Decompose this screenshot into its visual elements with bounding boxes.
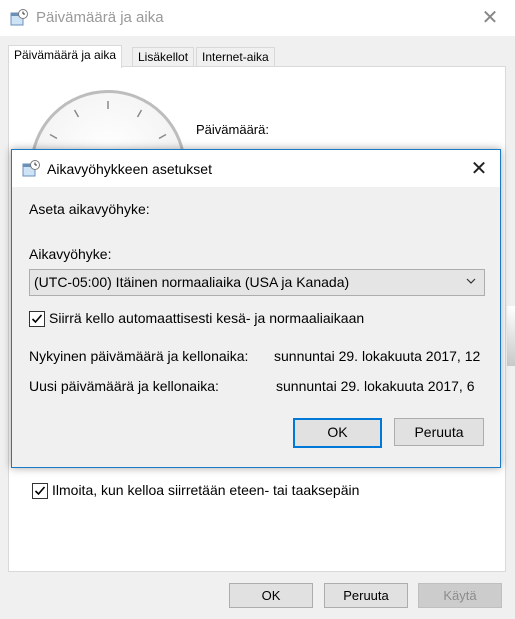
new-datetime-label: Uusi päivämäärä ja kellonaika: [29, 378, 219, 394]
notify-checkbox[interactable] [32, 483, 48, 499]
dialog-titlebar: Aikavyöhykkeen asetukset ✕ [12, 150, 500, 187]
timezone-selected-value: (UTC-05:00) Itäinen normaaliaika (USA ja… [34, 274, 350, 290]
instruction-text: Aseta aikavyöhyke: [29, 201, 150, 217]
dialog-close-button[interactable]: ✕ [464, 154, 494, 184]
current-datetime-label: Nykyinen päivämäärä ja kellonaika: [29, 348, 249, 364]
window-titlebar: Päivämäärä ja aika ✕ [0, 0, 515, 36]
timezone-select[interactable]: (UTC-05:00) Itäinen normaaliaika (USA ja… [29, 269, 485, 296]
checkmark-icon [31, 314, 43, 324]
datetime-icon [22, 160, 40, 177]
window-apply-button[interactable]: Käytä [418, 583, 502, 608]
new-datetime-value: sunnuntai 29. lokakuuta 2017, 6 [276, 378, 475, 394]
close-icon: ✕ [470, 158, 488, 180]
dialog-title: Aikavyöhykkeen asetukset [47, 161, 212, 177]
background-edge [507, 306, 515, 366]
window-cancel-button[interactable]: Peruuta [324, 583, 408, 608]
timezone-settings-dialog: Aikavyöhykkeen asetukset ✕ Aseta aikavyö… [11, 149, 501, 468]
tab-date-and-time[interactable]: Päivämäärä ja aika [8, 45, 123, 68]
close-icon: ✕ [481, 7, 499, 29]
window-title: Päivämäärä ja aika [36, 9, 164, 26]
chevron-down-icon [466, 278, 476, 284]
current-datetime-value: sunnuntai 29. lokakuuta 2017, 12 [274, 348, 481, 364]
timezone-label: Aikavyöhyke: [29, 246, 112, 262]
window-ok-button[interactable]: OK [229, 583, 313, 608]
window-close-button[interactable]: ✕ [476, 4, 504, 32]
dialog-ok-button[interactable]: OK [293, 418, 382, 448]
dst-checkbox-label[interactable]: Siirrä kello automaattisesti kesä- ja no… [49, 310, 364, 326]
datetime-icon [10, 9, 28, 26]
tab-internet-time[interactable]: Internet-aika [196, 47, 275, 67]
dst-checkbox[interactable] [29, 311, 45, 327]
date-label: Päivämäärä: [196, 122, 269, 137]
checkmark-icon [34, 486, 46, 496]
dialog-cancel-button[interactable]: Peruuta [394, 418, 484, 446]
tab-additional-clocks[interactable]: Lisäkellot [132, 47, 195, 67]
notify-checkbox-label[interactable]: Ilmoita, kun kelloa siirretään eteen- ta… [52, 482, 359, 498]
